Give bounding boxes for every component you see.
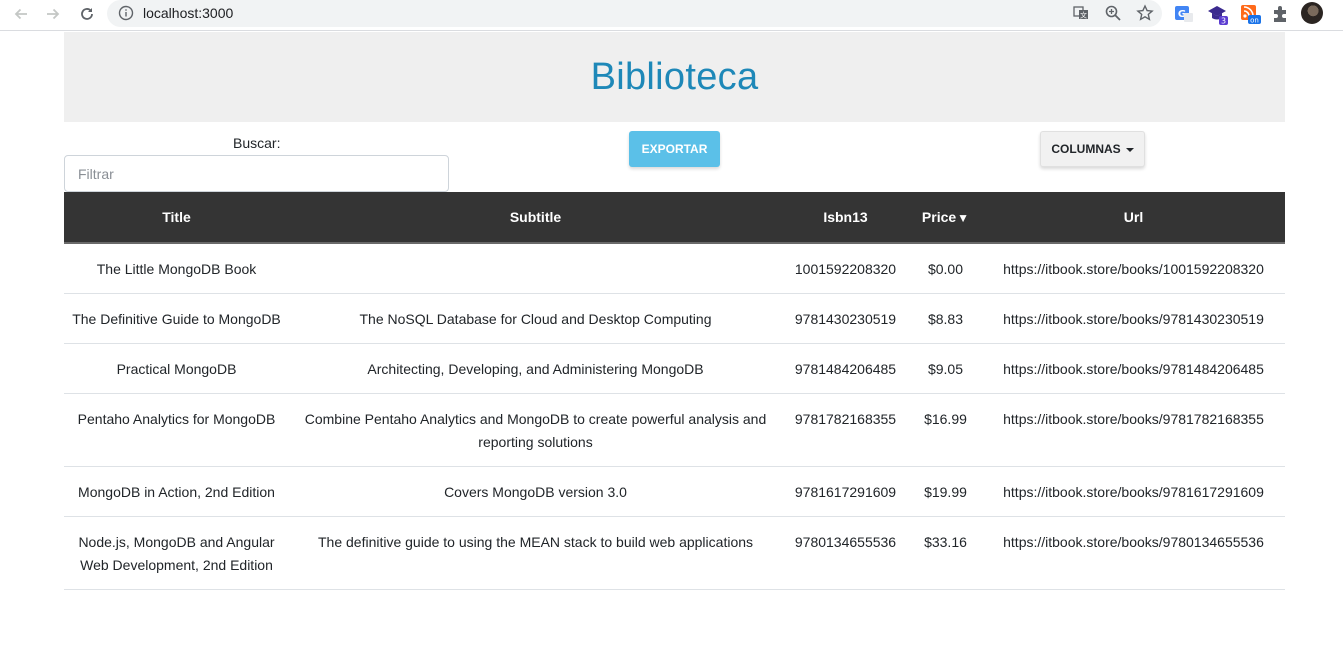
search-input[interactable] xyxy=(64,155,449,192)
cell-price: $19.99 xyxy=(909,466,982,517)
cell-subtitle: Combine Pentaho Analytics and MongoDB to… xyxy=(289,393,782,467)
column-header-price-label: Price xyxy=(921,209,957,225)
google-translate-extension-icon[interactable]: G xyxy=(1173,3,1195,25)
cell-isbn13: 9780134655536 xyxy=(782,516,909,590)
cell-url: https://itbook.store/books/9780134655536 xyxy=(982,516,1285,590)
svg-text:3: 3 xyxy=(1221,17,1226,26)
translate-icon[interactable]: 文 xyxy=(1072,4,1090,27)
forward-arrow-icon[interactable] xyxy=(41,2,65,26)
table-row[interactable]: Pentaho Analytics for MongoDB Combine Pe… xyxy=(64,393,1285,467)
cell-isbn13: 9781430230519 xyxy=(782,293,909,344)
cell-isbn13: 9781617291609 xyxy=(782,466,909,517)
page-content: Biblioteca Buscar: EXPORTAR COLUMNAS Tit… xyxy=(64,32,1285,590)
column-header-price[interactable]: Price▼ xyxy=(909,192,982,244)
cell-isbn13: 9781782168355 xyxy=(782,393,909,467)
info-icon[interactable] xyxy=(118,5,134,21)
browser-toolbar: localhost:3000 文 G 3 on xyxy=(0,0,1343,31)
bookmark-star-icon[interactable] xyxy=(1136,4,1154,27)
cell-url: https://itbook.store/books/9781430230519 xyxy=(982,293,1285,344)
column-header-url[interactable]: Url xyxy=(982,192,1285,244)
table-row[interactable]: The Little MongoDB Book 1001592208320 $0… xyxy=(64,243,1285,294)
cell-isbn13: 9781484206485 xyxy=(782,343,909,394)
columns-dropdown-button[interactable]: COLUMNAS xyxy=(1040,131,1145,167)
url-text: localhost:3000 xyxy=(143,5,234,21)
table-row[interactable]: Node.js, MongoDB and Angular Web Develop… xyxy=(64,516,1285,590)
cell-title: The Little MongoDB Book xyxy=(64,243,289,294)
column-header-title[interactable]: Title xyxy=(64,192,289,244)
table-header-row: Title Subtitle Isbn13 Price▼ Url xyxy=(64,192,1285,244)
graduation-cap-extension-icon[interactable]: 3 xyxy=(1207,3,1229,26)
cell-isbn13: 1001592208320 xyxy=(782,243,909,294)
cell-title: Practical MongoDB xyxy=(64,343,289,394)
table-controls: Buscar: EXPORTAR COLUMNAS xyxy=(64,122,1285,192)
svg-text:文: 文 xyxy=(1080,11,1087,20)
cell-price: $16.99 xyxy=(909,393,982,467)
page-header: Biblioteca xyxy=(64,32,1285,122)
table-row[interactable]: Practical MongoDB Architecting, Developi… xyxy=(64,343,1285,394)
cell-price: $0.00 xyxy=(909,243,982,294)
table-row[interactable]: MongoDB in Action, 2nd Edition Covers Mo… xyxy=(64,466,1285,517)
sort-descending-icon: ▼ xyxy=(957,211,970,225)
cell-url: https://itbook.store/books/9781782168355 xyxy=(982,393,1285,467)
columns-button-label: COLUMNAS xyxy=(1051,142,1121,156)
back-arrow-icon[interactable] xyxy=(9,2,33,26)
svg-text:on: on xyxy=(1250,17,1259,25)
cell-title: The Definitive Guide to MongoDB xyxy=(64,293,289,344)
cell-subtitle xyxy=(289,243,782,294)
column-header-subtitle[interactable]: Subtitle xyxy=(289,192,782,244)
column-header-isbn13[interactable]: Isbn13 xyxy=(782,192,909,244)
rss-extension-icon[interactable]: on xyxy=(1240,3,1262,25)
cell-url: https://itbook.store/books/9781484206485 xyxy=(982,343,1285,394)
cell-subtitle: Architecting, Developing, and Administer… xyxy=(289,343,782,394)
search-label: Buscar: xyxy=(233,135,281,151)
reload-icon[interactable] xyxy=(75,2,99,26)
books-table: Title Subtitle Isbn13 Price▼ Url The Lit… xyxy=(64,192,1285,590)
cell-url: https://itbook.store/books/1001592208320 xyxy=(982,243,1285,294)
cell-subtitle: The NoSQL Database for Cloud and Desktop… xyxy=(289,293,782,344)
cell-url: https://itbook.store/books/9781617291609 xyxy=(982,466,1285,517)
table-row[interactable]: The Definitive Guide to MongoDB The NoSQ… xyxy=(64,293,1285,344)
cell-title: Pentaho Analytics for MongoDB xyxy=(64,393,289,467)
caret-down-icon xyxy=(1125,147,1134,152)
cell-price: $8.83 xyxy=(909,293,982,344)
cell-price: $33.16 xyxy=(909,516,982,590)
cell-subtitle: Covers MongoDB version 3.0 xyxy=(289,466,782,517)
cell-title: MongoDB in Action, 2nd Edition xyxy=(64,466,289,517)
cell-subtitle: The definitive guide to using the MEAN s… xyxy=(289,516,782,590)
zoom-icon[interactable] xyxy=(1104,4,1122,27)
profile-avatar[interactable] xyxy=(1301,2,1323,24)
export-button[interactable]: EXPORTAR xyxy=(629,131,720,167)
cell-title: Node.js, MongoDB and Angular Web Develop… xyxy=(64,516,289,590)
puzzle-extensions-icon[interactable] xyxy=(1270,3,1292,25)
cell-price: $9.05 xyxy=(909,343,982,394)
address-bar[interactable]: localhost:3000 文 xyxy=(107,0,1162,27)
page-title: Biblioteca xyxy=(590,55,759,98)
